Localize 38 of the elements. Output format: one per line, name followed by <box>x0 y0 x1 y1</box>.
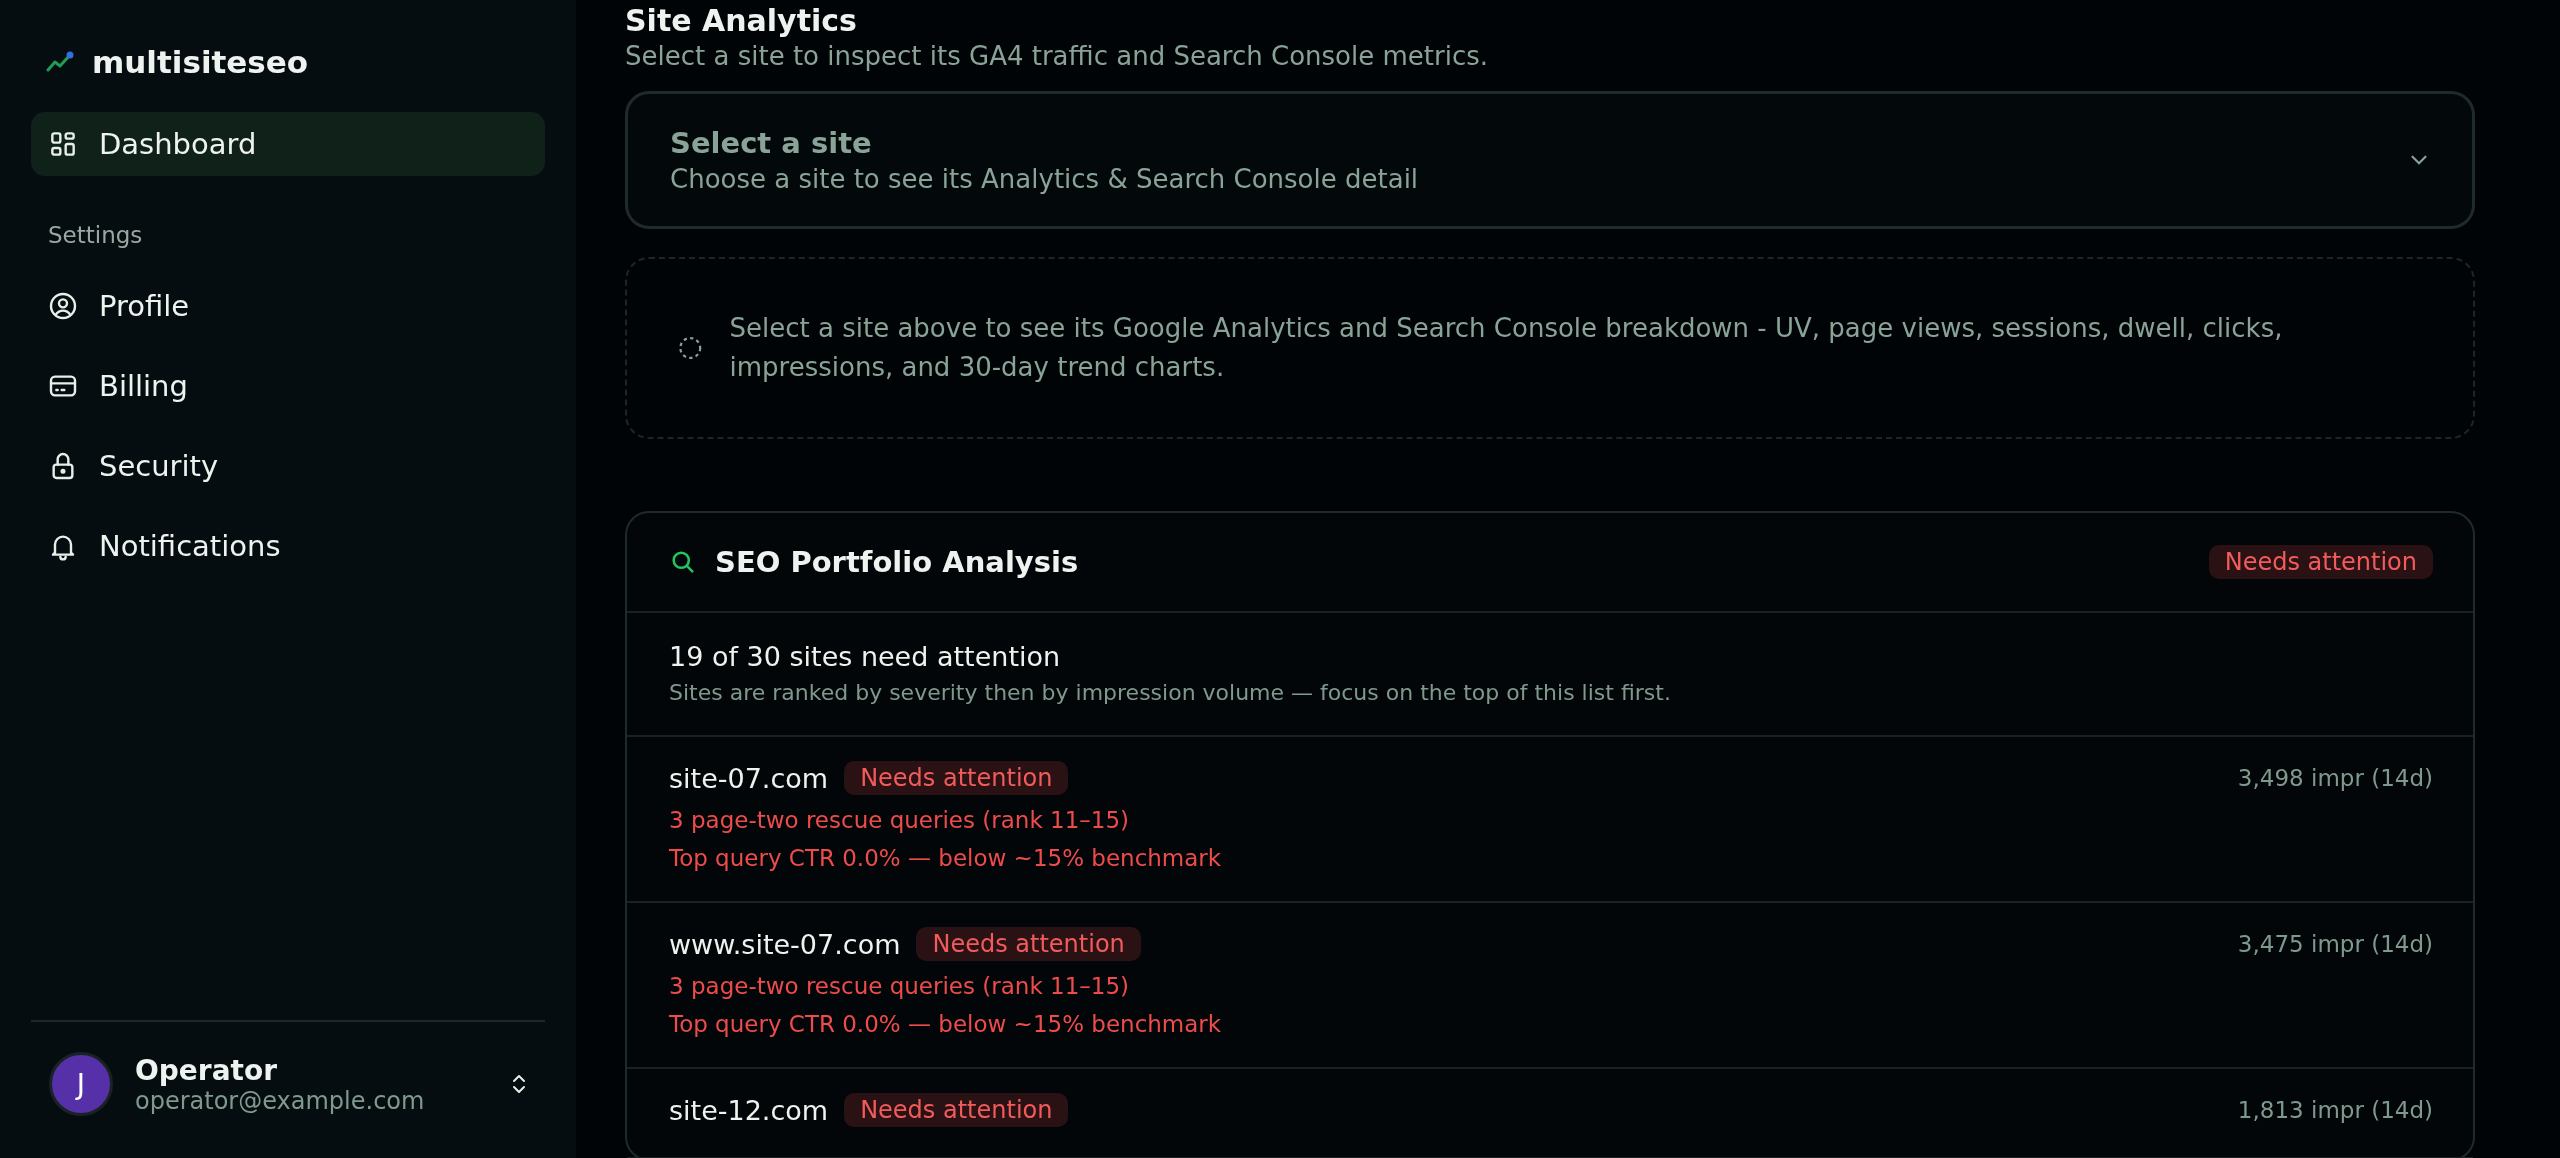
empty-state-text: Select a site above to see its Google Analytics and Search Console breakdown - UV, page views, sessions, dwell, clicks, impressions, and 30-day trend charts. <box>729 312 2284 384</box>
select-hint: Choose a site to see its Analytics & Search Console detail <box>670 164 1420 194</box>
nav-item[interactable]: Profile <box>31 274 545 338</box>
summary-text: 19 of 30 sites need attention <box>669 641 1062 672</box>
card-title: SEO Portfolio Analysis <box>715 545 1079 579</box>
status-badge: Needs attention <box>844 1093 1069 1127</box>
summary-note: Sites are ranked by severity then by impression volume — focus on the top of this list first. <box>669 680 1672 705</box>
site-name: site-07.com <box>669 762 829 794</box>
section-label: Settings <box>47 221 144 250</box>
user-name: Operator <box>135 1053 278 1087</box>
nav-item[interactable]: Security <box>31 434 545 498</box>
page-title: Site Analytics <box>625 2 858 37</box>
status-badge: Needs attention <box>844 761 1069 795</box>
user-icon <box>47 290 79 322</box>
page-subtitle: Select a site to inspect its GA4 traffic and Search Console metrics. <box>625 41 1490 71</box>
nav-item[interactable]: Notifications <box>31 514 545 578</box>
user-email: operator@example.com <box>135 1086 426 1115</box>
site-name: www.site-07.com <box>669 928 901 960</box>
issue-text: 3 page-two rescue queries (rank 11–15) <box>669 807 1131 833</box>
issue-text: 3 page-two rescue queries (rank 11–15) <box>669 973 1131 999</box>
impressions-count: 3,498 impr (14d) <box>2237 764 2433 791</box>
status-badge: Needs attention <box>2208 545 2433 579</box>
impressions-count: 3,475 impr (14d) <box>2237 930 2433 957</box>
chevron-up-down-icon <box>511 1072 527 1096</box>
issue-text: Top query CTR 0.0% — below ~15% benchmark <box>669 845 1223 871</box>
site-name: site-12.com <box>669 1094 829 1126</box>
issue-text: Top query CTR 0.0% — below ~15% benchmark <box>669 1011 1223 1037</box>
nav-item[interactable]: Billing <box>31 354 545 418</box>
account-switcher[interactable]: J Operator operator@example.com <box>31 1020 545 1158</box>
status-badge: Needs attention <box>916 927 1141 961</box>
site-select[interactable]: Select a site Choose a site to see its Analytics & Search Console detail <box>625 91 2475 229</box>
impressions-count: 1,813 impr (14d) <box>2237 1096 2433 1123</box>
avatar: J <box>49 1052 113 1116</box>
search-icon <box>669 548 697 576</box>
nav-item[interactable]: Dashboard <box>31 112 545 176</box>
trend-chart-icon <box>46 50 74 74</box>
select-title: Select a site <box>670 126 873 160</box>
brand-name: multisiteseo <box>92 44 309 80</box>
